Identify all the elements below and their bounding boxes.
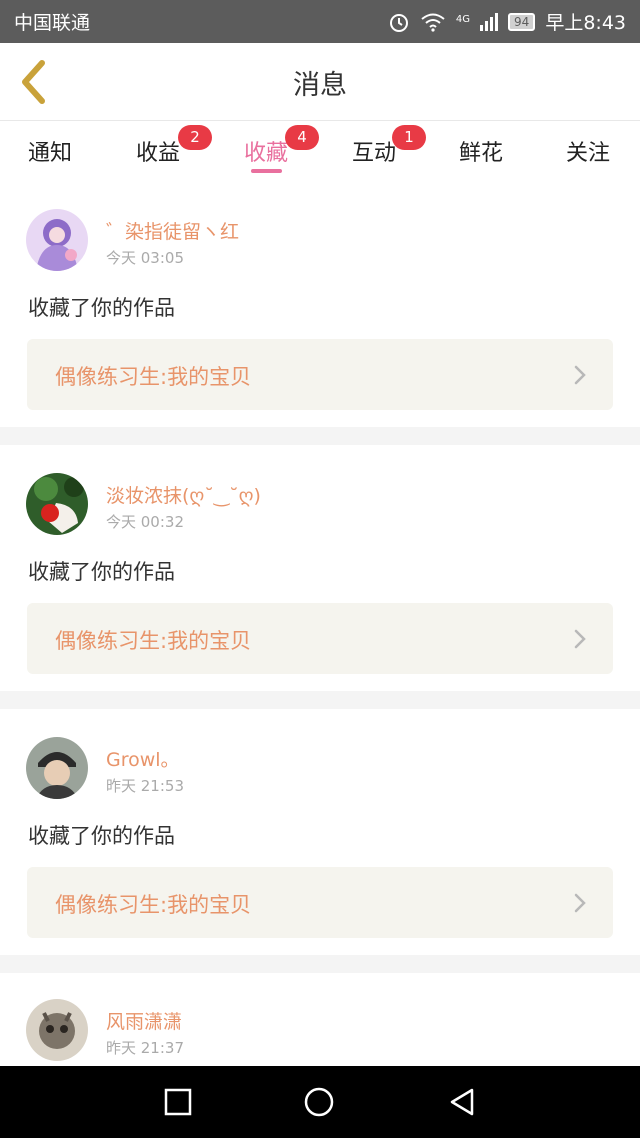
message-card: 淡妆浓抹(ღ˘‿˘ღ) 今天 00:32 收藏了你的作品 偶像练习生:我的宝贝 (0, 445, 640, 691)
divider (0, 691, 640, 709)
tab-label: 鲜花 (458, 141, 503, 166)
home-button[interactable] (302, 1085, 336, 1119)
status-right: 4G 94 早上8:43 (388, 8, 626, 35)
divider (0, 955, 640, 973)
avatar[interactable] (26, 209, 88, 271)
favorites-badge: 4 (285, 125, 319, 150)
chevron-right-icon (574, 629, 586, 649)
action-text: 收藏了你的作品 (28, 296, 175, 320)
tab-bar: 通知 收益 2 收藏 4 互动 1 鲜花 关注 (0, 121, 640, 181)
username[interactable]: Growl。 (106, 745, 180, 772)
page-title: 消息 (293, 70, 347, 101)
message-card: ゛染指徒留ヽ红 今天 03:05 收藏了你的作品 偶像练习生:我的宝贝 (0, 181, 640, 427)
header: 消息 (0, 43, 640, 121)
username[interactable]: ゛染指徒留ヽ红 (106, 217, 239, 244)
network-type: 4G (455, 14, 471, 25)
tab-interactions[interactable]: 互动 1 (324, 125, 426, 175)
message-card: Growl。 昨天 21:53 收藏了你的作品 偶像练习生:我的宝贝 (0, 709, 640, 955)
tab-following[interactable]: 关注 (538, 135, 638, 175)
timestamp: 今天 03:05 (106, 249, 184, 267)
avatar[interactable] (26, 473, 88, 535)
tab-label: 收藏 (243, 141, 288, 166)
status-bar: 中国联通 4G 94 早上8:43 (0, 0, 640, 43)
work-title: 偶像练习生:我的宝贝 (55, 893, 252, 917)
avatar[interactable] (26, 737, 88, 799)
tab-label: 收益 (135, 141, 180, 166)
interactions-badge: 1 (392, 125, 426, 150)
tab-label: 关注 (565, 141, 610, 166)
action-text: 收藏了你的作品 (28, 560, 175, 584)
work-title: 偶像练习生:我的宝贝 (55, 365, 252, 389)
tab-label: 互动 (351, 141, 396, 166)
timestamp: 昨天 21:53 (106, 777, 184, 795)
timestamp: 昨天 21:37 (106, 1039, 184, 1057)
back-nav-button[interactable] (446, 1086, 478, 1118)
battery-icon: 94 (508, 12, 536, 31)
wifi-icon (421, 13, 445, 32)
username[interactable]: 淡妆浓抹(ღ˘‿˘ღ) (106, 481, 261, 508)
work-link[interactable]: 偶像练习生:我的宝贝 (27, 339, 613, 410)
timestamp: 今天 00:32 (106, 513, 184, 531)
system-nav-bar (0, 1066, 640, 1138)
earnings-badge: 2 (178, 125, 212, 150)
recents-button[interactable] (162, 1086, 194, 1118)
tab-notifications[interactable]: 通知 (0, 135, 100, 175)
alarm-icon (389, 13, 408, 32)
signal-icon (480, 12, 499, 31)
chevron-right-icon (574, 893, 586, 913)
status-left: 中国联通 (14, 8, 90, 35)
work-link[interactable]: 偶像练习生:我的宝贝 (27, 603, 613, 674)
active-tab-indicator (251, 169, 282, 173)
username[interactable]: 风雨潇潇 (106, 1007, 182, 1034)
clock-text: 早上8:43 (545, 12, 626, 34)
message-feed: ゛染指徒留ヽ红 今天 03:05 收藏了你的作品 偶像练习生:我的宝贝 淡妆浓抹… (0, 181, 640, 1103)
avatar[interactable] (26, 999, 88, 1061)
action-text: 收藏了你的作品 (28, 824, 175, 848)
tab-flowers[interactable]: 鲜花 (431, 135, 531, 175)
tab-favorites[interactable]: 收藏 4 (216, 125, 319, 175)
work-title: 偶像练习生:我的宝贝 (55, 629, 252, 653)
tab-label: 通知 (27, 141, 72, 166)
chevron-right-icon (574, 365, 586, 385)
divider (0, 427, 640, 445)
work-link[interactable]: 偶像练习生:我的宝贝 (27, 867, 613, 938)
carrier-text: 中国联通 (14, 12, 91, 34)
tab-earnings[interactable]: 收益 2 (108, 125, 212, 175)
